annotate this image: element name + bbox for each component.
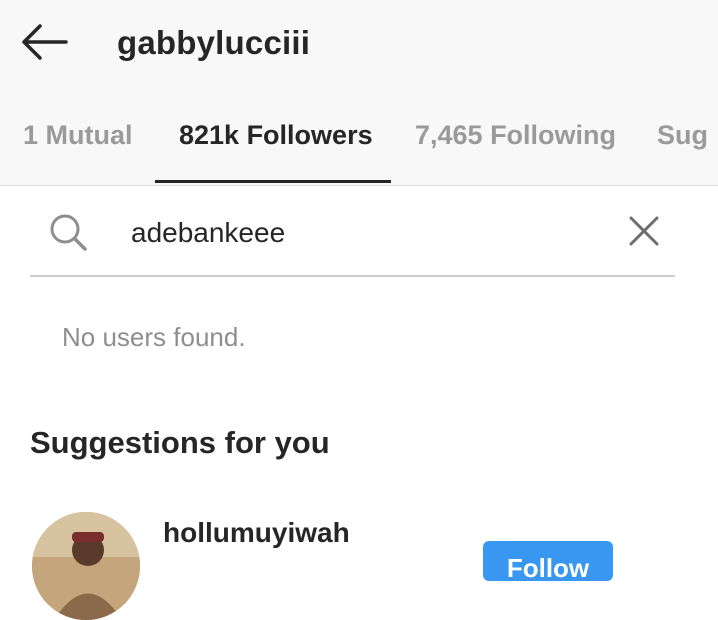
page-title: gabbylucciii xyxy=(117,24,311,61)
search-icon xyxy=(48,212,88,252)
active-tab-indicator xyxy=(155,180,391,183)
avatar[interactable] xyxy=(32,512,140,620)
profile-header: gabbylucciii 1 Mutual 821k Followers 7,4… xyxy=(0,0,718,186)
search-input[interactable] xyxy=(131,214,601,252)
empty-results-message: No users found. xyxy=(62,322,246,352)
arrow-left-icon xyxy=(22,24,68,60)
suggestions-heading: Suggestions for you xyxy=(30,425,330,460)
tab-following[interactable]: 7,465 Following xyxy=(415,120,616,151)
search-divider xyxy=(30,275,675,277)
tab-suggested[interactable]: Sug xyxy=(657,120,708,151)
close-icon[interactable] xyxy=(626,213,662,249)
follow-button[interactable]: Follow xyxy=(483,541,613,583)
tab-followers[interactable]: 821k Followers xyxy=(179,120,373,151)
back-button[interactable] xyxy=(16,20,72,64)
suggestion-username[interactable]: hollumuyiwah xyxy=(163,517,350,549)
tab-mutual[interactable]: 1 Mutual xyxy=(23,120,133,151)
